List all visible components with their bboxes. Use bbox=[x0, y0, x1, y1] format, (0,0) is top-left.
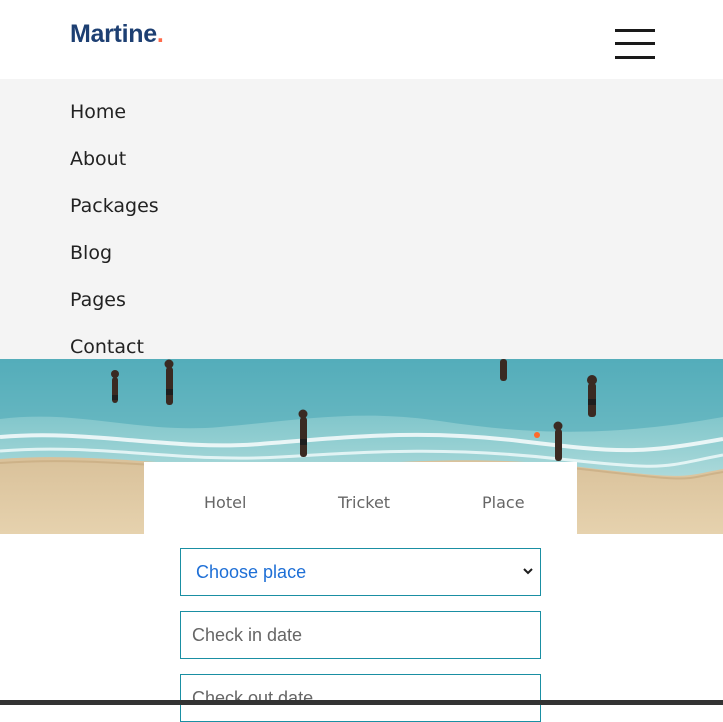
chevron-down-icon bbox=[523, 568, 533, 575]
nav-item-contact[interactable]: Contact bbox=[70, 336, 144, 358]
bottom-edge-bar bbox=[0, 700, 723, 705]
logo[interactable]: Martine. bbox=[70, 20, 164, 49]
nav-item-home[interactable]: Home bbox=[70, 101, 126, 123]
hamburger-icon bbox=[615, 29, 655, 32]
top-bar: Martine. bbox=[0, 0, 723, 79]
place-select-value: Choose place bbox=[196, 562, 307, 582]
logo-dot: . bbox=[156, 20, 164, 48]
tab-tricket[interactable]: Tricket bbox=[338, 493, 390, 512]
check-out-placeholder: Check out date bbox=[192, 688, 314, 708]
logo-text: Martine bbox=[70, 20, 157, 48]
nav-menu: Home About Packages Blog Pages Contact bbox=[0, 79, 723, 359]
hamburger-icon-bar bbox=[615, 42, 655, 45]
nav-item-blog[interactable]: Blog bbox=[70, 242, 112, 264]
tab-hotel[interactable]: Hotel bbox=[204, 493, 246, 512]
hamburger-icon-bar bbox=[615, 56, 655, 59]
check-in-date-field[interactable]: Check in date bbox=[180, 611, 541, 659]
place-select[interactable]: Choose place bbox=[180, 548, 541, 596]
menu-toggle-button[interactable] bbox=[615, 29, 655, 60]
tab-place[interactable]: Place bbox=[482, 493, 525, 512]
check-out-date-field[interactable]: Check out date bbox=[180, 674, 541, 722]
booking-tabs: Hotel Tricket Place bbox=[144, 462, 577, 534]
nav-item-about[interactable]: About bbox=[70, 148, 126, 170]
nav-item-pages[interactable]: Pages bbox=[70, 289, 126, 311]
check-in-placeholder: Check in date bbox=[192, 625, 303, 645]
nav-item-packages[interactable]: Packages bbox=[70, 195, 159, 217]
